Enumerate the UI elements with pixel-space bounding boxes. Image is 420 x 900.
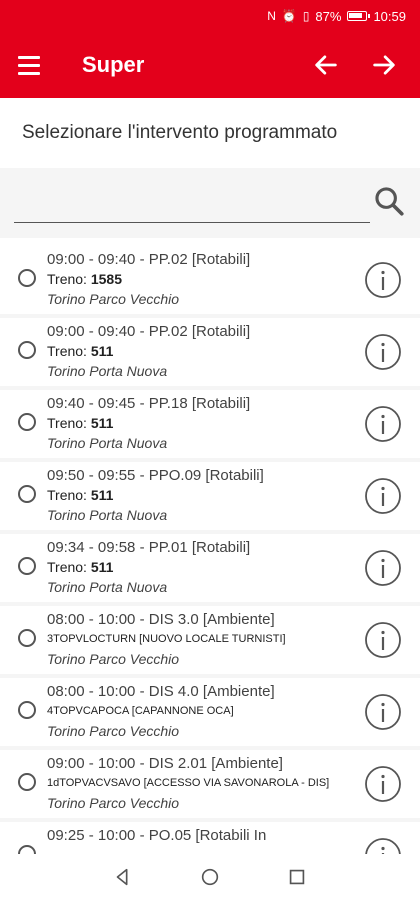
item-text: 09:50 - 09:55 - PPO.09 [Rotabili] Treno:… xyxy=(47,466,359,525)
item-time-code: 09:00 - 09:40 - PP.02 [Rotabili] xyxy=(47,323,251,340)
info-icon[interactable] xyxy=(364,549,402,587)
battery-icon xyxy=(347,11,371,21)
alarm-icon: ⏰ xyxy=(281,9,297,23)
search-icon[interactable] xyxy=(372,184,406,218)
item-train: Treno: 511 xyxy=(47,557,359,578)
item-detail: 4TOPVCAPOCA [CAPANNONE OCA] xyxy=(47,705,234,717)
intervention-list: 09:00 - 09:40 - PP.02 [Rotabili] Treno: … xyxy=(0,246,420,854)
item-time-code: 09:50 - 09:55 - PPO.09 [Rotabili] xyxy=(47,467,264,484)
item-train: Treno: 511 xyxy=(47,341,359,362)
list-item[interactable]: 09:00 - 10:00 - DIS 2.01 [Ambiente] 1dTO… xyxy=(0,750,420,818)
search-bar xyxy=(0,168,420,238)
item-text: 09:34 - 09:58 - PP.01 [Rotabili] Treno: … xyxy=(47,538,359,597)
item-text: 09:40 - 09:45 - PP.18 [Rotabili] Treno: … xyxy=(47,394,359,453)
item-text: 09:00 - 09:40 - PP.02 [Rotabili] Treno: … xyxy=(47,250,359,309)
info-icon[interactable] xyxy=(364,621,402,659)
item-location: Torino Parco Vecchio xyxy=(47,291,180,307)
arrow-left-icon[interactable] xyxy=(304,43,348,87)
train-label: Treno: xyxy=(47,271,91,287)
item-text: 08:00 - 10:00 - DIS 4.0 [Ambiente] 4TOPV… xyxy=(47,682,359,741)
info-icon[interactable] xyxy=(364,693,402,731)
item-location: Torino Porta Nuova xyxy=(47,363,168,379)
train-number: 511 xyxy=(90,415,114,431)
recents-square-icon[interactable] xyxy=(286,866,308,888)
train-label: Treno: xyxy=(47,415,91,431)
list-item[interactable]: 09:00 - 09:40 - PP.02 [Rotabili] Treno: … xyxy=(0,246,420,314)
list-item[interactable]: 09:50 - 09:55 - PPO.09 [Rotabili] Treno:… xyxy=(0,462,420,530)
item-time-code: 08:00 - 10:00 - DIS 4.0 [Ambiente] xyxy=(47,683,275,700)
item-location: Torino Porta Nuova xyxy=(47,435,168,451)
vibrate-icon: ▯ xyxy=(302,9,310,23)
info-icon[interactable] xyxy=(364,765,402,803)
list-item[interactable]: 09:34 - 09:58 - PP.01 [Rotabili] Treno: … xyxy=(0,534,420,602)
item-location: Torino Porta Nuova xyxy=(47,579,168,595)
item-text: 09:00 - 09:40 - PP.02 [Rotabili] Treno: … xyxy=(47,322,359,381)
home-circle-icon[interactable] xyxy=(199,866,221,888)
clock: 10:59 xyxy=(373,8,406,24)
radio-button[interactable] xyxy=(18,701,36,719)
radio-button[interactable] xyxy=(18,845,36,854)
list-item[interactable]: 09:00 - 09:40 - PP.02 [Rotabili] Treno: … xyxy=(0,318,420,386)
item-time-code: 09:25 - 10:00 - PO.05 [Rotabili In xyxy=(47,827,267,844)
hamburger-icon[interactable] xyxy=(18,48,52,82)
item-text: 09:00 - 10:00 - DIS 2.01 [Ambiente] 1dTO… xyxy=(47,754,359,813)
item-location: Torino Porta Nuova xyxy=(47,507,168,523)
item-train: Treno: 1585 xyxy=(47,269,359,290)
info-icon[interactable] xyxy=(364,837,402,854)
item-time-code: 09:00 - 09:40 - PP.02 [Rotabili] xyxy=(47,251,251,268)
section-title: Selezionare l'intervento programmato xyxy=(22,122,338,143)
info-icon[interactable] xyxy=(364,477,402,515)
radio-button[interactable] xyxy=(18,269,36,287)
app-bar: Super xyxy=(0,32,420,98)
radio-button[interactable] xyxy=(18,629,36,647)
info-icon[interactable] xyxy=(364,261,402,299)
train-label: Treno: xyxy=(47,487,91,503)
radio-button[interactable] xyxy=(18,485,36,503)
nfc-icon: Ν xyxy=(267,9,276,23)
train-number: 1585 xyxy=(90,271,122,287)
list-item[interactable]: 09:25 - 10:00 - PO.05 [Rotabili In xyxy=(0,822,420,854)
item-time-code: 08:00 - 10:00 - DIS 3.0 [Ambiente] xyxy=(47,611,275,628)
item-text: 09:25 - 10:00 - PO.05 [Rotabili In xyxy=(47,826,359,845)
item-train: Treno: 511 xyxy=(47,413,359,434)
status-bar: Ν ⏰ ▯ 87% 10:59 xyxy=(0,0,420,32)
search-input[interactable] xyxy=(14,186,370,223)
radio-button[interactable] xyxy=(18,413,36,431)
item-location: Torino Parco Vecchio xyxy=(47,723,180,739)
radio-button[interactable] xyxy=(18,773,36,791)
radio-button[interactable] xyxy=(18,341,36,359)
list-item[interactable]: 09:40 - 09:45 - PP.18 [Rotabili] Treno: … xyxy=(0,390,420,458)
train-label: Treno: xyxy=(47,559,91,575)
arrow-right-icon[interactable] xyxy=(362,43,406,87)
train-number: 511 xyxy=(90,487,114,503)
train-number: 511 xyxy=(90,343,114,359)
item-detail: 3TOPVLOCTURN [NUOVO LOCALE TURNISTI] xyxy=(47,633,286,645)
item-train: Treno: 511 xyxy=(47,485,359,506)
item-text: 08:00 - 10:00 - DIS 3.0 [Ambiente] 3TOPV… xyxy=(47,610,359,669)
list-item[interactable]: 08:00 - 10:00 - DIS 3.0 [Ambiente] 3TOPV… xyxy=(0,606,420,674)
app-title: Super xyxy=(82,52,145,77)
item-time-code: 09:00 - 10:00 - DIS 2.01 [Ambiente] xyxy=(47,755,283,772)
train-number: 511 xyxy=(90,559,114,575)
info-icon[interactable] xyxy=(364,405,402,443)
list-item[interactable]: 08:00 - 10:00 - DIS 4.0 [Ambiente] 4TOPV… xyxy=(0,678,420,746)
battery-level: 87% xyxy=(315,8,342,24)
back-triangle-icon[interactable] xyxy=(112,866,134,888)
item-time-code: 09:40 - 09:45 - PP.18 [Rotabili] xyxy=(47,395,251,412)
info-icon[interactable] xyxy=(364,333,402,371)
train-label: Treno: xyxy=(47,343,91,359)
system-nav-bar xyxy=(0,854,420,900)
item-detail: 1dTOPVACVSAVO [ACCESSO VIA SAVONAROLA - … xyxy=(47,777,330,789)
item-time-code: 09:34 - 09:58 - PP.01 [Rotabili] xyxy=(47,539,251,556)
item-location: Torino Parco Vecchio xyxy=(47,651,180,667)
radio-button[interactable] xyxy=(18,557,36,575)
item-location: Torino Parco Vecchio xyxy=(47,795,180,811)
